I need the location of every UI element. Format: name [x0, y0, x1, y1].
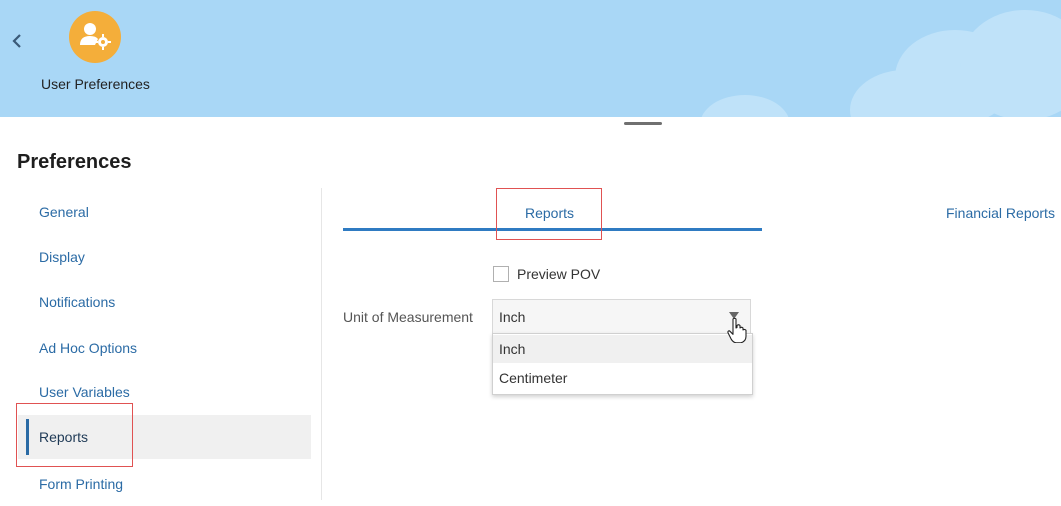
hand-cursor-icon — [727, 317, 747, 343]
tab-financial-reports[interactable]: Financial Reports — [946, 205, 1055, 221]
page-title: Preferences — [17, 151, 132, 173]
sidebar-item-general[interactable]: General — [18, 190, 311, 234]
select-value: Inch — [499, 309, 526, 325]
option-label: Centimeter — [499, 370, 568, 386]
app-title: User Preferences — [41, 76, 150, 92]
unit-of-measurement-select[interactable]: Inch — [492, 299, 751, 335]
tab-reports[interactable]: Reports — [525, 205, 574, 221]
chevron-left-icon — [12, 34, 21, 48]
sidebar-item-user-variables[interactable]: User Variables — [18, 370, 311, 414]
sidebar-item-label: Display — [39, 249, 85, 265]
sidebar-item-display[interactable]: Display — [18, 235, 311, 279]
dropdown-option-centimeter[interactable]: Centimeter — [493, 364, 752, 392]
sidebar-item-label: User Variables — [39, 384, 130, 400]
sidebar-item-notifications[interactable]: Notifications — [18, 280, 311, 324]
sidebar-item-ad-hoc-options[interactable]: Ad Hoc Options — [18, 326, 311, 370]
unit-dropdown-list: Inch Centimeter — [492, 333, 753, 395]
tab-active-indicator — [343, 228, 762, 231]
preview-pov-checkbox[interactable] — [493, 266, 509, 282]
unit-of-measurement-label: Unit of Measurement — [343, 309, 473, 325]
back-button[interactable] — [9, 30, 27, 52]
cloud-decoration — [700, 95, 790, 117]
dropdown-option-inch[interactable]: Inch — [493, 335, 752, 363]
sidebar-item-label: Reports — [39, 429, 89, 445]
sidebar-item-label: Ad Hoc Options — [39, 340, 138, 356]
cloud-decoration — [960, 10, 1061, 117]
sidebar-item-form-printing[interactable]: Form Printing — [18, 462, 311, 506]
preview-pov-label: Preview POV — [517, 266, 601, 282]
sidebar-divider — [321, 188, 322, 500]
sidebar-item-label: General — [39, 204, 89, 220]
user-gear-icon — [69, 11, 121, 63]
sidebar-item-label: Notifications — [39, 294, 116, 310]
header-banner: User Preferences — [0, 0, 1061, 117]
sidebar-item-reports[interactable]: Reports — [18, 415, 311, 459]
option-label: Inch — [499, 341, 526, 357]
sidebar-item-label: Form Printing — [39, 476, 124, 492]
collapse-handle[interactable] — [624, 122, 662, 125]
